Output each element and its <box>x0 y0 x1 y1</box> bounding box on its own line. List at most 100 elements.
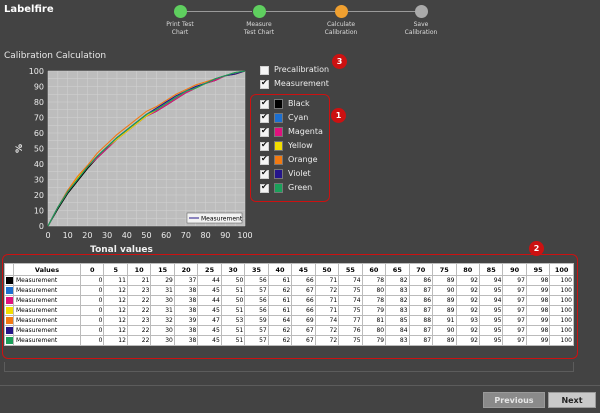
table-cell: 98 <box>525 305 551 316</box>
table-cell: 50 <box>220 275 246 286</box>
y-tick-label: 40 <box>34 160 44 169</box>
y-tick-label: 10 <box>34 207 44 216</box>
table-cell: 97 <box>502 315 527 326</box>
channel-color-swatch-violet <box>274 169 283 179</box>
table-cell: 87 <box>408 285 434 296</box>
precalibration-checkbox[interactable] <box>260 66 269 75</box>
previous-button[interactable]: Previous <box>483 392 545 408</box>
table-cell: 92 <box>455 295 480 306</box>
step-label: Print Test Chart <box>166 21 194 36</box>
y-tick-label: 30 <box>34 176 44 185</box>
table-cell: 67 <box>291 325 316 336</box>
channel-checkbox-magenta[interactable]: ✔ <box>260 126 269 137</box>
row-color-swatch-magenta <box>4 295 14 306</box>
table-cell: 29 <box>150 275 175 286</box>
table-cell: 0 <box>79 275 105 286</box>
table-cell: 80 <box>361 325 387 336</box>
x-tick-label: 10 <box>63 231 73 240</box>
step-label: Calculate Calibration <box>324 21 358 36</box>
y-tick-label: 100 <box>29 67 44 76</box>
column-header-100: 100 <box>549 263 574 276</box>
table-cell: 30 <box>150 325 175 336</box>
table-cell: 98 <box>525 325 551 336</box>
table-cell: 78 <box>361 275 387 286</box>
table-cell: 66 <box>291 295 316 306</box>
table-cell: 89 <box>432 335 457 346</box>
check-icon: ✔ <box>261 140 268 149</box>
y-tick-label: 50 <box>34 145 44 154</box>
table-cell: 81 <box>361 315 387 326</box>
table-cell: 38 <box>173 285 199 296</box>
table-cell: 74 <box>338 275 363 286</box>
table-cell: 30 <box>150 295 175 306</box>
check-icon: ✔ <box>261 98 268 107</box>
table-cell: 74 <box>314 315 340 326</box>
row-label: Measurement <box>13 275 81 286</box>
column-header-0: 0 <box>79 263 105 276</box>
table-cell: 45 <box>197 325 222 336</box>
table-cell: 100 <box>549 305 574 316</box>
annotation-badge-1: 1 <box>331 108 346 123</box>
step-print-test-chart[interactable]: Print Test Chart <box>140 5 220 37</box>
table-cell: 0 <box>79 335 105 346</box>
row-label: Measurement <box>13 305 81 316</box>
table-cell: 77 <box>338 315 363 326</box>
check-icon: ✔ <box>261 126 268 135</box>
channel-label-orange: Orange <box>288 155 318 164</box>
table-row: Measurement 0 12 23 32 39 47 53 59 64 69 74 77 81 85 88… <box>4 315 574 326</box>
table-cell: 82 <box>385 295 410 306</box>
channel-checkbox-yellow[interactable]: ✔ <box>260 140 269 151</box>
table-cell: 89 <box>432 295 457 306</box>
row-color-swatch-black <box>4 275 14 286</box>
channel-label-violet: Violet <box>288 169 311 178</box>
table-cell: 12 <box>103 285 128 296</box>
channel-checkbox-cyan[interactable]: ✔ <box>260 112 269 123</box>
table-cell: 38 <box>173 305 199 316</box>
table-cell: 57 <box>244 335 269 346</box>
y-axis-label: % <box>15 144 25 153</box>
table-cell: 44 <box>197 275 222 286</box>
table-cell: 85 <box>385 315 410 326</box>
wizard-stepper: Print Test Chart Measure Test Chart Calc… <box>0 0 600 44</box>
table-cell: 11 <box>103 275 128 286</box>
table-cell: 66 <box>291 275 316 286</box>
table-cell: 79 <box>361 335 387 346</box>
table-cell: 100 <box>549 295 574 306</box>
channel-checkbox-violet[interactable]: ✔ <box>260 168 269 179</box>
column-header-45: 45 <box>291 263 316 276</box>
channel-checkbox-green[interactable]: ✔ <box>260 182 269 193</box>
precalibration-label: Precalibration <box>274 65 330 74</box>
channel-checkbox-orange[interactable]: ✔ <box>260 154 269 165</box>
table-row: Measurement 0 12 22 30 38 45 51 57 62 67 72 75 79 83 87… <box>4 335 574 346</box>
table-cell: 61 <box>267 295 293 306</box>
table-cell: 51 <box>220 335 246 346</box>
table-cell: 100 <box>549 335 574 346</box>
step-calculate-calibration[interactable]: Calculate Calibration <box>301 5 381 37</box>
table-cell: 62 <box>267 325 293 336</box>
table-cell: 83 <box>385 335 410 346</box>
table-cell: 22 <box>126 325 152 336</box>
table-cell: 99 <box>525 285 551 296</box>
table-cell: 71 <box>314 305 340 316</box>
next-button[interactable]: Next <box>548 392 596 408</box>
column-header-80: 80 <box>455 263 480 276</box>
table-cell: 0 <box>79 295 105 306</box>
column-header-40: 40 <box>267 263 293 276</box>
x-tick-label: 90 <box>220 231 230 240</box>
step-save-calibration[interactable]: Save Calibration <box>381 5 461 37</box>
table-cell: 99 <box>525 335 551 346</box>
table-cell: 37 <box>173 275 199 286</box>
table-cell: 91 <box>432 315 457 326</box>
channel-checkbox-black[interactable]: ✔ <box>260 98 269 109</box>
table-cell: 57 <box>244 285 269 296</box>
channel-label-magenta: Magenta <box>288 127 323 136</box>
table-cell: 95 <box>478 285 504 296</box>
table-row: Measurement 0 12 22 30 38 44 50 56 61 66 71 74 78 82 86… <box>4 295 574 306</box>
row-label: Measurement <box>13 285 81 296</box>
measurement-checkbox[interactable]: ✔ <box>260 78 269 89</box>
row-label: Measurement <box>13 325 81 336</box>
y-tick-label: 0 <box>39 222 44 231</box>
table-cell: 56 <box>244 295 269 306</box>
table-cell: 76 <box>338 325 363 336</box>
step-measure-test-chart[interactable]: Measure Test Chart <box>219 5 299 37</box>
